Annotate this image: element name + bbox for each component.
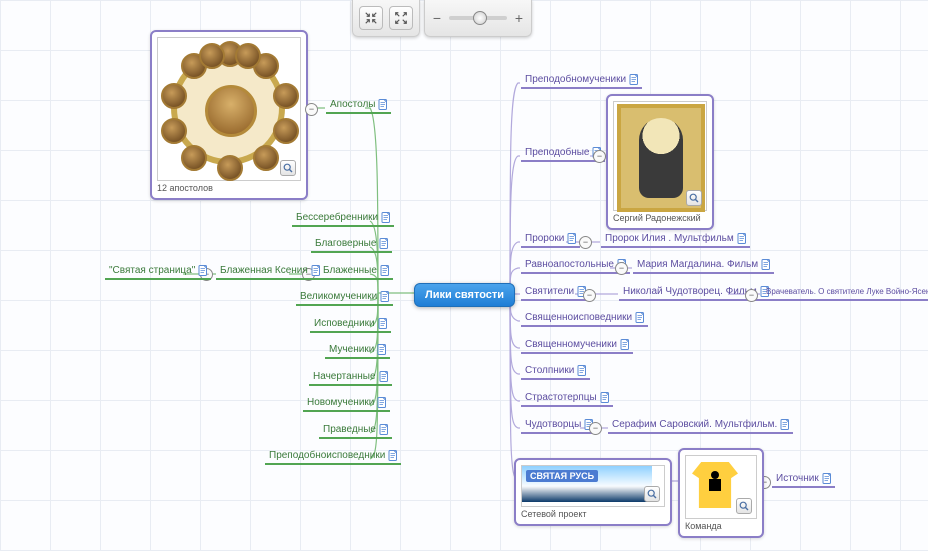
doc-icon (780, 419, 790, 430)
toolbar: − + (352, 0, 532, 37)
node-strastoterp[interactable]: Страстотерпцы (521, 391, 613, 407)
node-blazhennye[interactable]: Блаженные (319, 264, 393, 280)
zoom-slider-track[interactable] (449, 16, 507, 20)
doc-icon (379, 424, 389, 435)
node-pravednye[interactable]: Праведные (319, 423, 392, 439)
doc-icon (822, 473, 832, 484)
zoom-group: − + (424, 0, 532, 37)
toggle-apostoly[interactable] (305, 103, 318, 116)
doc-icon (378, 99, 388, 110)
node-apostoly[interactable]: Апостолы (326, 98, 391, 114)
caption-sergius: Сергий Радонежский (613, 213, 707, 223)
doc-icon (377, 344, 387, 355)
node-chudotvor[interactable]: Чудотворцы (521, 418, 597, 434)
caption-komanda: Команда (685, 521, 757, 531)
doc-icon (567, 233, 577, 244)
leaf-maria-magd[interactable]: Мария Магдалина. Фильм (633, 258, 774, 274)
image-sergius (613, 101, 707, 211)
node-svyaschmuch[interactable]: Священномученики (521, 338, 633, 354)
node-istochnik[interactable]: Источник (772, 472, 835, 488)
zoom-slider[interactable] (449, 16, 507, 20)
expand-all-button[interactable] (389, 6, 413, 30)
doc-icon (629, 74, 639, 85)
image-komanda (685, 455, 757, 519)
leaf-serafim[interactable]: Серафим Саровский. Мультфильм. (608, 418, 793, 434)
doc-icon (381, 212, 391, 223)
leaf-vrachevatel[interactable]: Врачеватель. О святителе Луке Войно-Ясен… (762, 285, 928, 301)
magnify-button[interactable] (280, 160, 296, 176)
node-velikomuch[interactable]: Великомученики (296, 290, 393, 306)
caption-apostles: 12 апостолов (157, 183, 301, 193)
node-holy-page[interactable]: "Святая страница" (105, 264, 211, 280)
zoom-in-button[interactable]: + (513, 10, 525, 26)
node-ispoved[interactable]: Исповедники (310, 317, 391, 333)
doc-icon (380, 291, 390, 302)
doc-icon (620, 339, 630, 350)
node-svyatiteli[interactable]: Святители (521, 285, 590, 301)
card-apostles[interactable]: 12 апостолов (150, 30, 308, 200)
toggle-ravnoap[interactable] (615, 262, 628, 275)
card-komanda[interactable]: Команда (678, 448, 764, 538)
doc-icon (380, 265, 390, 276)
magnify-button[interactable] (736, 498, 752, 514)
node-mucheniki[interactable]: Мученики (325, 343, 390, 359)
doc-icon (600, 392, 610, 403)
doc-icon (379, 371, 389, 382)
node-prepodispoved[interactable]: Преподобноисповедники (265, 449, 401, 465)
magnify-button[interactable] (644, 486, 660, 502)
collapse-icon (364, 11, 378, 25)
node-blazh-ksenia[interactable]: Блаженная Ксения (216, 264, 324, 280)
toggle-nikolay[interactable] (745, 289, 758, 302)
doc-icon (737, 233, 747, 244)
toggle-proroki[interactable] (579, 236, 592, 249)
image-apostles (157, 37, 301, 181)
doc-icon (379, 238, 389, 249)
toggle-prepodobnye[interactable] (593, 150, 606, 163)
root-label: Лики святости (425, 289, 504, 301)
node-ravnoap[interactable]: Равноапостольные (521, 258, 630, 274)
node-nachertannye[interactable]: Начертанные (309, 370, 392, 386)
node-bessrebr[interactable]: Бессеребренники (292, 211, 394, 227)
node-blagovern[interactable]: Благоверные (311, 237, 392, 253)
leaf-prorok-ilia[interactable]: Пророк Илия . Мультфильм (601, 232, 750, 248)
doc-icon (311, 265, 321, 276)
node-proroki[interactable]: Пророки (521, 232, 580, 248)
doc-icon (378, 318, 388, 329)
card-sergius[interactable]: Сергий Радонежский (606, 94, 714, 230)
doc-icon (377, 397, 387, 408)
node-svyaschispoved[interactable]: Священноисповедники (521, 311, 648, 327)
node-prepodmuch[interactable]: Преподобномученики (521, 73, 642, 89)
toggle-chudotvor[interactable] (589, 422, 602, 435)
collapse-all-button[interactable] (359, 6, 383, 30)
caption-setevoi: Сетевой проект (521, 509, 665, 519)
doc-icon (635, 312, 645, 323)
doc-icon (577, 365, 587, 376)
magnify-button[interactable] (686, 190, 702, 206)
image-tag: СВЯТАЯ РУСЬ (526, 470, 598, 482)
zoom-slider-thumb[interactable] (473, 11, 487, 25)
zoom-out-button[interactable]: − (431, 10, 443, 26)
doc-icon (388, 450, 398, 461)
expand-icon (394, 11, 408, 25)
node-novomuch[interactable]: Новомученики (303, 396, 390, 412)
doc-icon (198, 265, 208, 276)
toggle-svyatiteli[interactable] (583, 289, 596, 302)
fit-group (352, 0, 420, 37)
root-node[interactable]: Лики святости (414, 283, 515, 307)
card-setevoi[interactable]: СВЯТАЯ РУСЬ Сетевой проект (514, 458, 672, 526)
doc-icon (761, 259, 771, 270)
node-stolpniki[interactable]: Столпники (521, 364, 590, 380)
image-setevoi: СВЯТАЯ РУСЬ (521, 465, 665, 507)
